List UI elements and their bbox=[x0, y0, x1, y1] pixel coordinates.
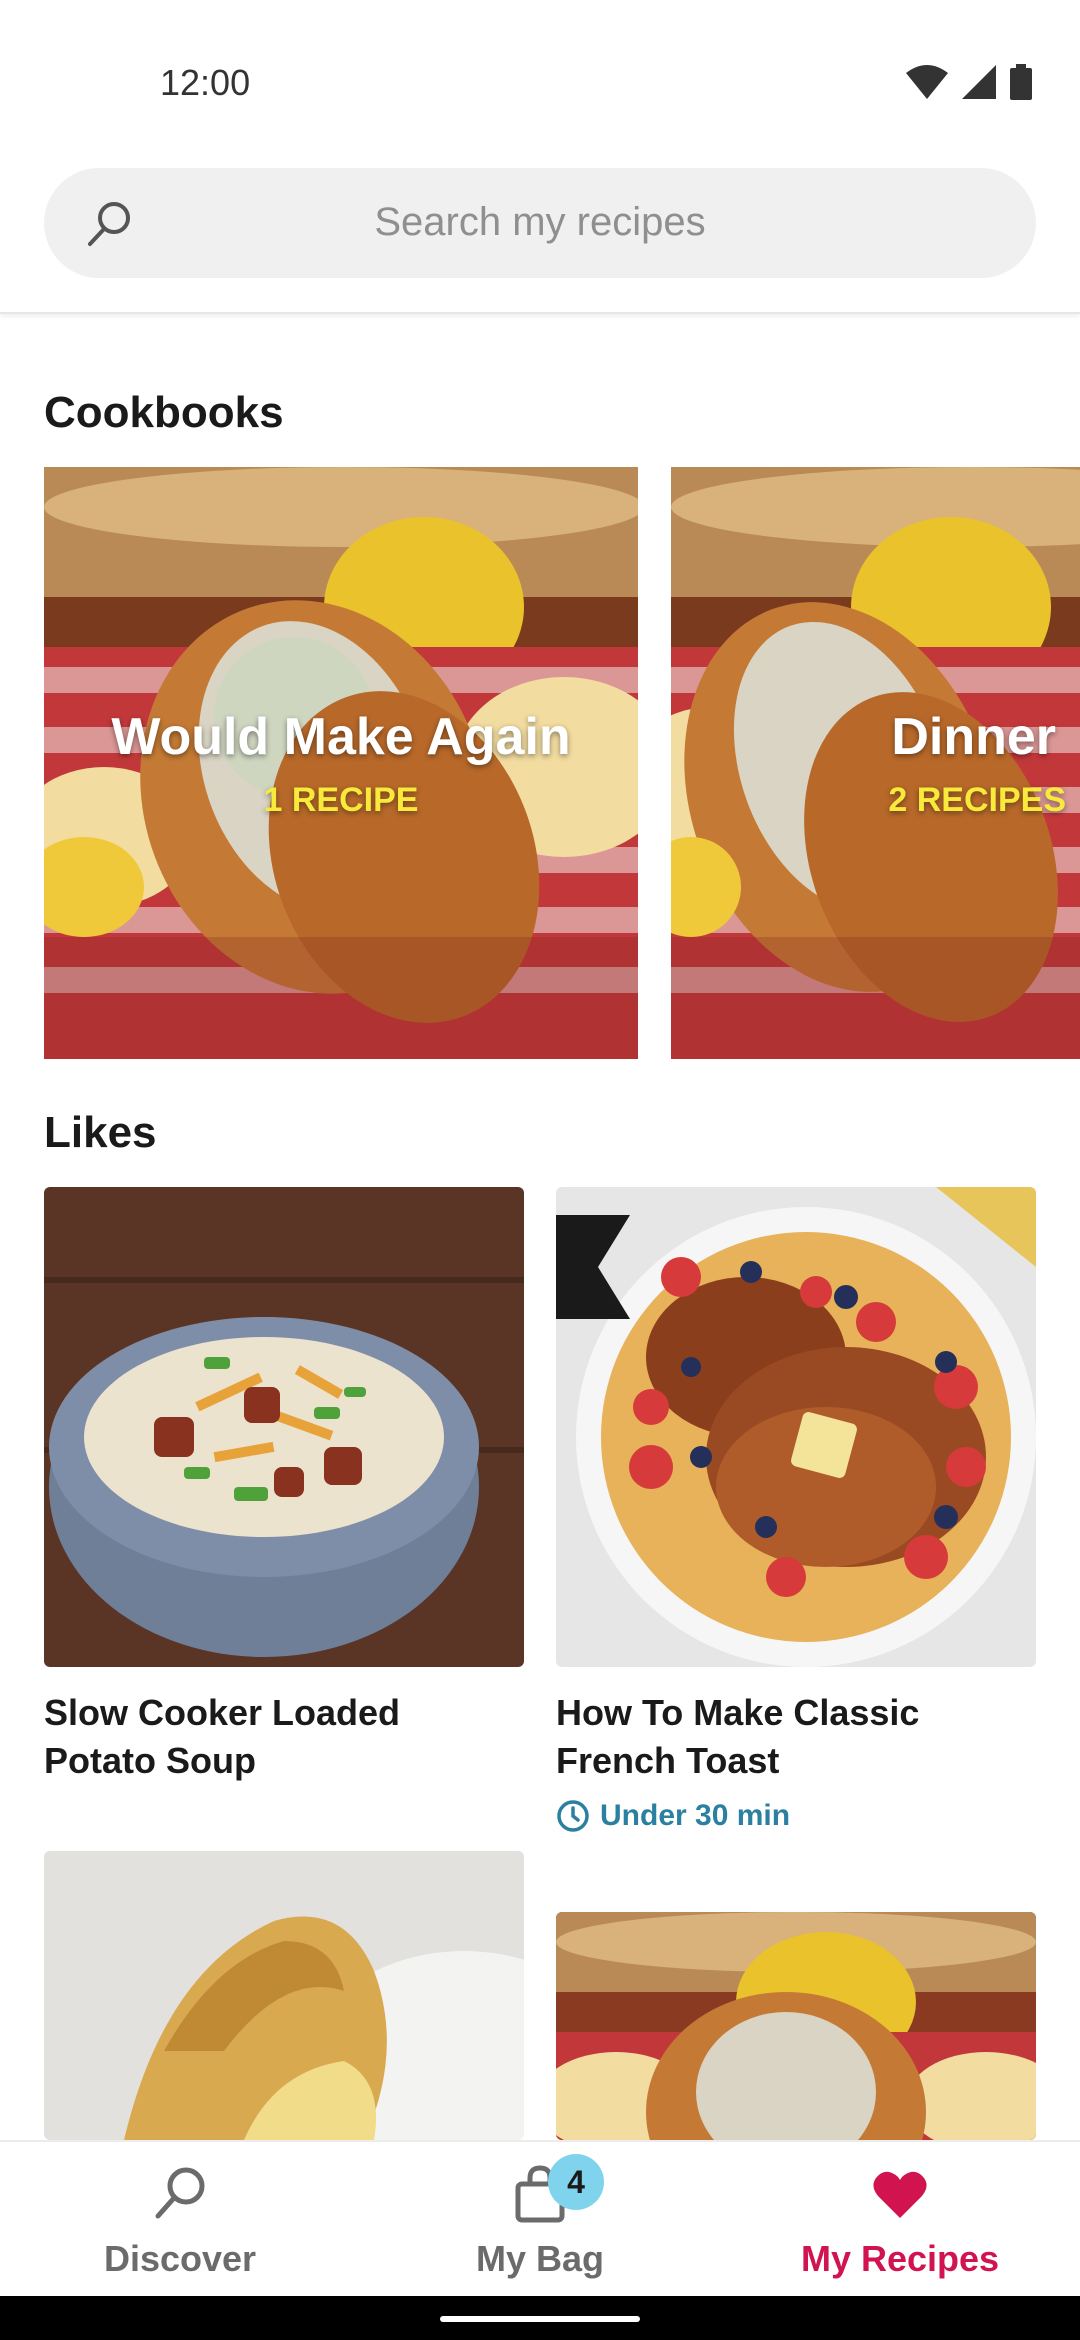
recipe-image bbox=[44, 1851, 524, 2140]
status-time: 12:00 bbox=[160, 62, 251, 103]
likes-section-title: Likes bbox=[44, 1108, 157, 1157]
cookbook-recipe-count: 2 RECIPES bbox=[888, 781, 1066, 819]
wifi-icon bbox=[906, 65, 948, 99]
cookbook-title: Dinner bbox=[891, 708, 1056, 766]
nav-label: My Recipes bbox=[800, 2238, 1000, 2279]
heart-icon bbox=[873, 2171, 927, 2218]
recipe-image bbox=[556, 1912, 1036, 2140]
recipe-title-line: How To Make Classic bbox=[556, 1692, 920, 1733]
recipe-title-line: Potato Soup bbox=[44, 1740, 256, 1781]
recipe-title: Slow Cooker Loaded Potato Soup bbox=[44, 1689, 524, 1785]
cookbooks-section-title: Cookbooks bbox=[44, 388, 284, 437]
search-input[interactable]: Search my recipes bbox=[44, 168, 1036, 278]
bag-count-badge: 4 bbox=[548, 2154, 604, 2210]
clock-icon bbox=[557, 1800, 589, 1832]
system-gesture-area bbox=[0, 2296, 1080, 2340]
like-card-french-toast[interactable]: How To Make Classic French Toast Under 3… bbox=[556, 1187, 1036, 1833]
search-bar-container: Search my recipes bbox=[0, 150, 1080, 314]
battery-icon bbox=[1010, 64, 1032, 100]
search-icon bbox=[155, 2167, 205, 2219]
status-bar: 12:00 bbox=[0, 0, 1080, 150]
like-card-partial-2[interactable] bbox=[556, 1912, 1036, 2140]
cookbook-recipe-count: 1 RECIPE bbox=[263, 781, 419, 819]
recipe-time: Under 30 min bbox=[556, 1799, 1036, 1833]
cookbook-title: Would Make Again bbox=[111, 708, 571, 766]
like-card-partial-1[interactable] bbox=[44, 1851, 524, 2140]
status-icons bbox=[906, 64, 1032, 100]
bottom-navigation: Discover 4 My Bag My Recipes bbox=[0, 2140, 1080, 2296]
nav-item-my-recipes[interactable]: My Recipes bbox=[720, 2142, 1080, 2298]
nav-item-discover[interactable]: Discover bbox=[0, 2142, 360, 2298]
recipe-title-line: French Toast bbox=[556, 1740, 780, 1781]
search-placeholder: Search my recipes bbox=[374, 200, 706, 244]
recipe-image bbox=[44, 1187, 524, 1667]
cookbook-card-dinner[interactable]: Dinner 2 RECIPES bbox=[671, 467, 1080, 1059]
nav-item-my-bag[interactable]: 4 My Bag bbox=[360, 2142, 720, 2298]
recipe-title-line: Slow Cooker Loaded bbox=[44, 1692, 401, 1733]
recipe-image bbox=[556, 1187, 1036, 1667]
cookbook-card-would-make-again[interactable]: Would Make Again 1 RECIPE bbox=[44, 467, 638, 1059]
nav-label: Discover bbox=[103, 2238, 257, 2279]
nav-label: My Bag bbox=[475, 2238, 605, 2279]
like-card-potato-soup[interactable]: Slow Cooker Loaded Potato Soup bbox=[44, 1187, 524, 1785]
signal-icon bbox=[962, 65, 996, 99]
recipe-time-label: Under 30 min bbox=[600, 1799, 791, 1832]
home-gesture-bar[interactable] bbox=[440, 2316, 640, 2322]
recipe-title: How To Make Classic French Toast bbox=[556, 1689, 1036, 1785]
